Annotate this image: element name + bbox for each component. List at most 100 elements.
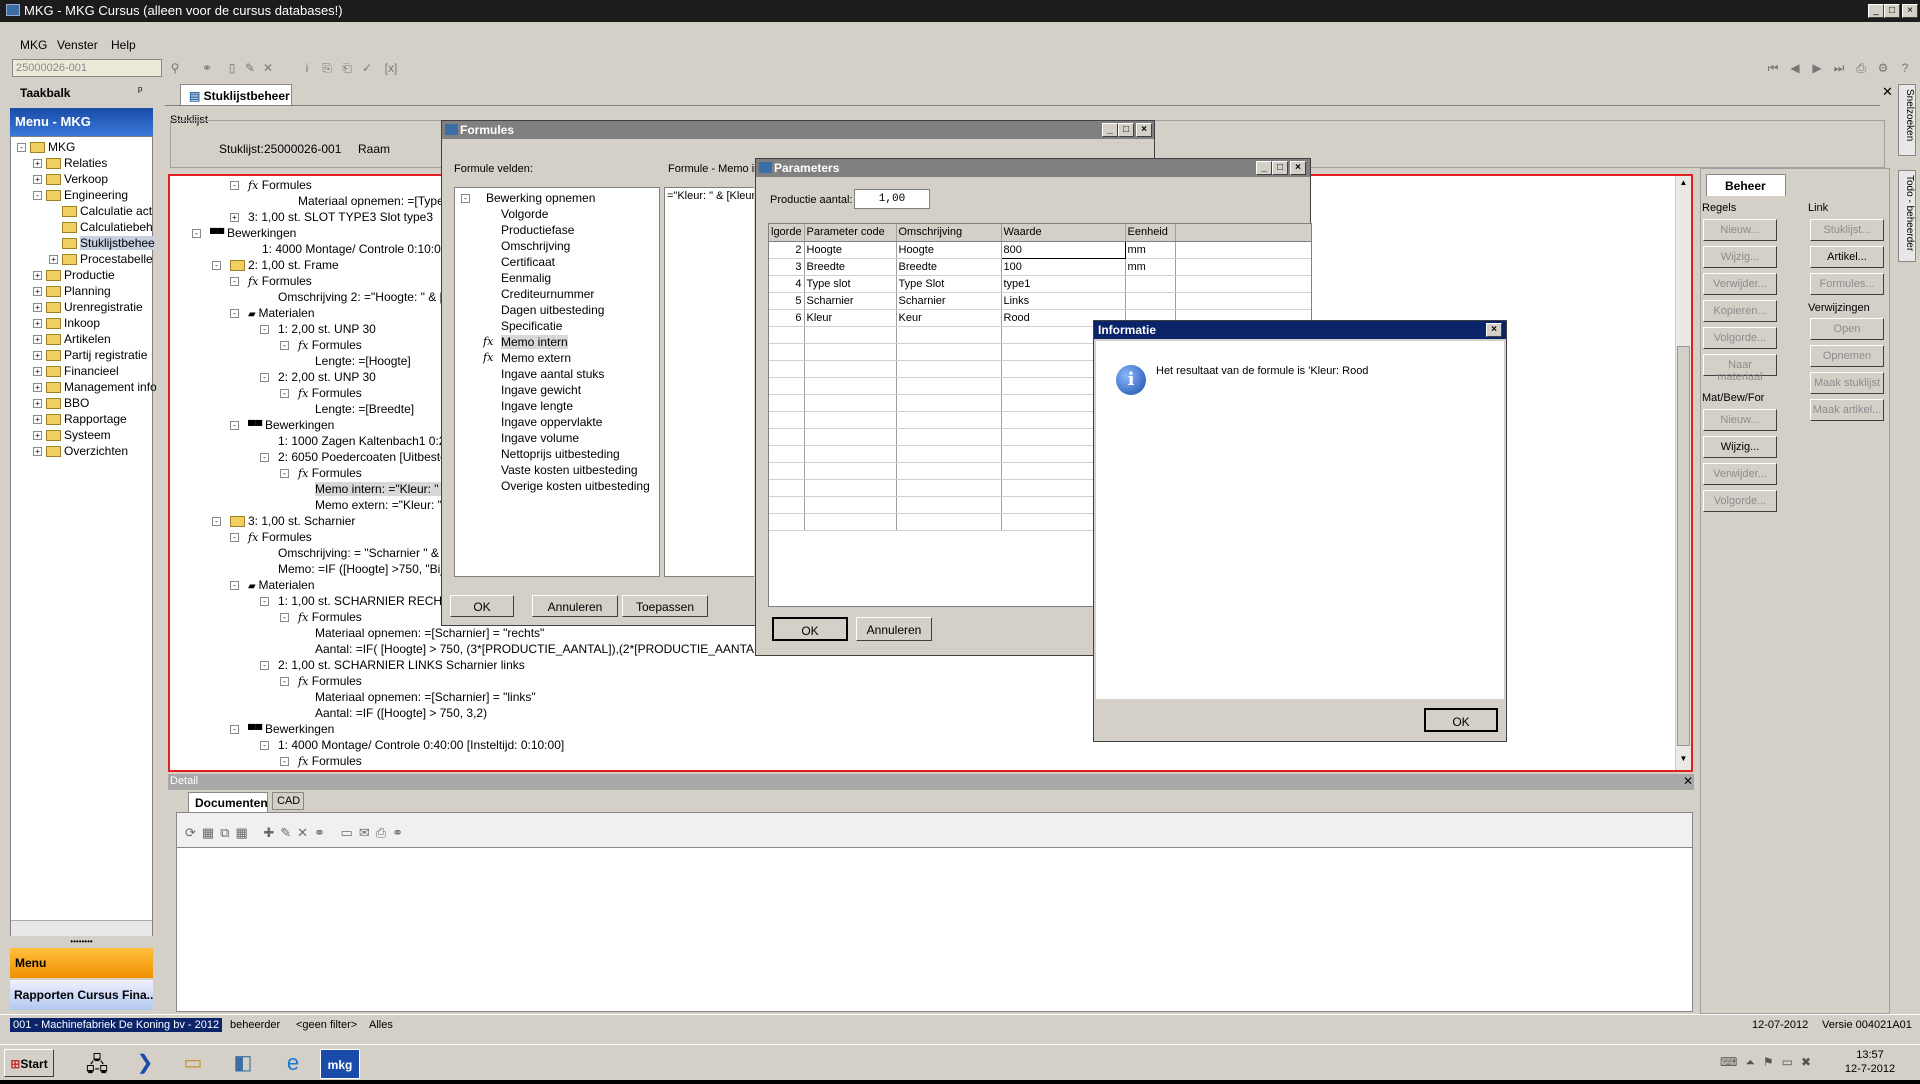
expand-icon[interactable]: -	[230, 533, 239, 542]
minimize-button[interactable]: _	[1868, 4, 1884, 18]
menu-tree-item[interactable]: Calculatiebeh	[49, 220, 153, 234]
expand-icon[interactable]: -	[280, 469, 289, 478]
tab-snelzoeken[interactable]: Snelzoeken	[1898, 84, 1916, 156]
scroll-thumb[interactable]	[1677, 346, 1690, 746]
formules-cancel-button[interactable]: Annuleren	[532, 595, 618, 617]
menu-help[interactable]: Help	[111, 38, 136, 52]
menu-tree-item[interactable]: + Overzichten	[33, 444, 128, 458]
bom-tree-item[interactable]: -2: 6050 Poedercoaten [Uitbestedi	[260, 450, 456, 464]
pin-icon[interactable]: ᵖ	[138, 85, 142, 97]
empty-cell[interactable]	[769, 343, 805, 361]
expand-icon[interactable]: +	[33, 159, 42, 169]
info-close[interactable]: ×	[1486, 323, 1502, 337]
bom-tree-item[interactable]: - ▰ Materialen	[230, 578, 315, 592]
parameters-maximize[interactable]: □	[1272, 161, 1288, 175]
regels-button[interactable]: Naar materiaal	[1703, 354, 1777, 383]
formula-field-item[interactable]: Certificaat	[501, 255, 555, 269]
regels-button[interactable]: Volgorde...	[1703, 327, 1777, 349]
bom-tree-item[interactable]: - fx Formules	[230, 178, 312, 192]
formula-field-item[interactable]: Dagen uitbesteding	[501, 303, 604, 317]
empty-cell[interactable]	[804, 496, 897, 514]
expand-icon[interactable]: -	[280, 341, 289, 350]
link-button[interactable]: Stuklijst...	[1810, 219, 1884, 241]
server-manager-icon[interactable]: 🖧	[80, 1049, 114, 1079]
parameters-ok-button[interactable]: OK	[772, 617, 848, 641]
empty-cell[interactable]	[804, 343, 897, 361]
formula-field-item[interactable]: Vaste kosten uitbesteding	[501, 463, 638, 477]
menu-tree-item[interactable]: Calculatie act	[49, 204, 152, 218]
formules-close[interactable]: ×	[1136, 123, 1152, 137]
empty-cell[interactable]	[804, 513, 897, 531]
menu-tree-item[interactable]: + Urenregistratie	[33, 300, 143, 314]
close-tab-icon[interactable]: ✕	[1882, 84, 1893, 100]
expand-icon[interactable]: +	[33, 175, 42, 185]
empty-cell[interactable]	[896, 326, 1002, 344]
expand-icon[interactable]: -	[230, 181, 239, 190]
empty-cell[interactable]	[769, 445, 805, 463]
table-row[interactable]: 2 Hoogte Hoogte 800 mm	[769, 240, 1311, 259]
empty-cell[interactable]	[769, 411, 805, 429]
formula-field-item[interactable]: Ingave aantal stuks	[501, 367, 604, 381]
bom-tree-item[interactable]: Aantal: =IF ([Hoogte] > 750, 3,2)	[315, 706, 487, 720]
cell-val[interactable]: 100	[1001, 258, 1126, 276]
cell-code[interactable]: Type slot	[804, 275, 897, 293]
expand-icon[interactable]: +	[33, 287, 42, 297]
next-record-icon[interactable]: ▶	[1810, 61, 1824, 75]
bom-tree-item[interactable]: - ▰ Materialen	[230, 306, 315, 320]
info-icon[interactable]: i	[300, 61, 314, 75]
expand-icon[interactable]: -	[212, 517, 221, 526]
bom-tree-item[interactable]: Aantal: =IF( [Hoogte] > 750, (3*[PRODUCT…	[315, 642, 772, 656]
column-header[interactable]: Parameter code	[804, 224, 897, 242]
empty-cell[interactable]	[896, 394, 1002, 412]
internet-explorer-icon[interactable]: e	[276, 1049, 310, 1079]
formula-field-item[interactable]: Ingave gewicht	[501, 383, 581, 397]
expand-icon[interactable]: -	[230, 421, 239, 430]
tab-stuklijstbeheer[interactable]: ▤ Stuklijstbeheer	[180, 84, 292, 106]
bom-tree-item[interactable]: - fx Formules	[230, 530, 312, 544]
check-icon[interactable]: ✓	[360, 61, 374, 75]
empty-cell[interactable]	[804, 411, 897, 429]
expand-icon[interactable]: -	[280, 613, 289, 622]
expand-icon[interactable]: -	[260, 741, 269, 750]
expand-icon[interactable]: -	[212, 261, 221, 270]
table-row[interactable]: 3 Breedte Breedte 100 mm	[769, 258, 1311, 276]
formula-editor[interactable]: ="Kleur: " & [Kleur]	[664, 187, 754, 577]
bom-tree-item[interactable]: +3: 1,00 st. SLOT TYPE3 Slot type3	[230, 210, 433, 224]
cell-unit[interactable]: mm	[1125, 241, 1176, 259]
cell-desc[interactable]: Scharnier	[896, 292, 1002, 310]
parameters-minimize[interactable]: _	[1256, 161, 1272, 175]
formula-field-item[interactable]: Ingave lengte	[501, 399, 573, 413]
expand-icon[interactable]: +	[33, 351, 42, 361]
menu-button[interactable]: Menu	[10, 948, 153, 978]
expand-icon[interactable]: -	[260, 373, 269, 382]
mat-button[interactable]: Wijzig...	[1703, 436, 1777, 458]
empty-cell[interactable]	[769, 326, 805, 344]
vertical-scrollbar[interactable]: ▲ ▼	[1675, 176, 1691, 770]
bom-tree-item[interactable]: Omschrijving 2: ="Hoogte: " & [Ho	[278, 290, 458, 304]
cell-unit[interactable]	[1125, 292, 1176, 310]
empty-cell[interactable]	[804, 445, 897, 463]
regels-button[interactable]: Kopieren...	[1703, 300, 1777, 322]
formula-field-item[interactable]: Volgorde	[501, 207, 548, 221]
formula-field-item[interactable]: Crediteurnummer	[501, 287, 594, 301]
cell-val[interactable]: type1	[1001, 275, 1126, 293]
bom-tree-item[interactable]: -1: 4000 Montage/ Controle 0:40:00 [Inst…	[260, 738, 564, 752]
menu-tree-item[interactable]: + Artikelen	[33, 332, 111, 346]
empty-cell[interactable]	[804, 479, 897, 497]
start-button[interactable]: ⊞Start	[4, 1049, 54, 1077]
table-row[interactable]: 5 Scharnier Scharnier Links	[769, 292, 1311, 310]
tree-root-bewerking[interactable]: Bewerking opnemen	[486, 191, 595, 205]
parameters-close[interactable]: ×	[1290, 161, 1306, 175]
explorer-icon[interactable]: ▭	[176, 1049, 210, 1079]
last-record-icon[interactable]: ⏭	[1832, 61, 1846, 75]
menu-tree-item[interactable]: + Procestabelle	[49, 252, 153, 266]
bom-tree-item[interactable]: -1: 1,00 st. SCHARNIER RECHTS	[260, 594, 457, 608]
expand-icon[interactable]: +	[33, 431, 42, 441]
expand-icon[interactable]: -	[260, 597, 269, 606]
bom-tree-item[interactable]: 1: 1000 Zagen Kaltenbach1 0:20:	[278, 434, 455, 448]
copy-icon[interactable]: ⎘	[320, 61, 334, 75]
bom-tree-item[interactable]: Materiaal opnemen: =[Type sl	[298, 194, 456, 208]
tab-todo[interactable]: Todo - beheerder	[1898, 170, 1916, 262]
menu-tree-item[interactable]: + Planning	[33, 284, 111, 298]
empty-cell[interactable]	[896, 411, 1002, 429]
